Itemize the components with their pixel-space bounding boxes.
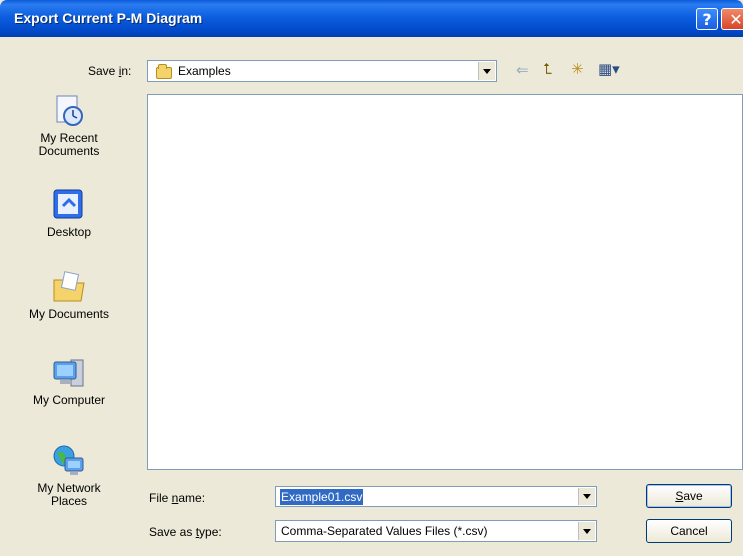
back-icon[interactable]: ⇐ [516, 61, 529, 79]
place-my-computer[interactable]: My Computer [8, 356, 130, 407]
cancel-button[interactable]: Cancel [646, 519, 732, 543]
help-button[interactable]: ? [696, 8, 718, 30]
recent-documents-icon [51, 94, 87, 128]
chevron-down-icon [583, 528, 591, 534]
save-as-type-dropdown-arrow[interactable] [578, 522, 595, 540]
close-button[interactable]: ✕ [721, 8, 743, 30]
file-name-label: File name: [149, 491, 206, 505]
help-icon: ? [702, 9, 712, 29]
save-button[interactable]: Save [646, 484, 732, 508]
save-in-label: Save in: [88, 64, 132, 78]
title-bar[interactable]: Export Current P-M Diagram ? ✕ [0, 0, 743, 37]
network-places-icon [51, 444, 87, 478]
file-name-input[interactable]: Example01.csv [275, 486, 597, 507]
folder-icon [156, 64, 172, 79]
place-my-documents[interactable]: My Documents [8, 270, 130, 321]
chevron-down-icon [583, 494, 591, 499]
save-as-type-label: Save as type: [149, 525, 222, 539]
desktop-icon [51, 188, 87, 222]
file-name-value: Example01.csv [280, 489, 364, 505]
window-title: Export Current P-M Diagram [14, 10, 203, 26]
save-in-dropdown[interactable]: Examples [147, 60, 497, 82]
up-folder-icon[interactable]: ⮤ [543, 60, 552, 78]
save-as-type-dropdown[interactable]: Comma-Separated Values Files (*.csv) [275, 520, 597, 542]
place-my-recent-documents[interactable]: My Recent Documents [8, 94, 130, 158]
views-menu-icon[interactable]: ▦▾ [598, 60, 620, 78]
save-as-type-value: Comma-Separated Values Files (*.csv) [281, 524, 488, 538]
places-bar: My Recent Documents Desktop My Documents [8, 94, 130, 534]
new-folder-icon[interactable]: ✳ [571, 60, 584, 78]
my-documents-icon [51, 270, 87, 304]
file-name-dropdown-arrow[interactable] [578, 488, 595, 505]
save-in-dropdown-arrow[interactable] [478, 62, 495, 80]
close-icon: ✕ [729, 9, 743, 29]
place-my-network-places[interactable]: My Network Places [8, 444, 130, 508]
place-desktop[interactable]: Desktop [8, 188, 130, 239]
save-in-value: Examples [178, 64, 231, 78]
file-list[interactable] [147, 94, 743, 470]
chevron-down-icon [483, 68, 491, 74]
my-computer-icon [51, 356, 87, 390]
